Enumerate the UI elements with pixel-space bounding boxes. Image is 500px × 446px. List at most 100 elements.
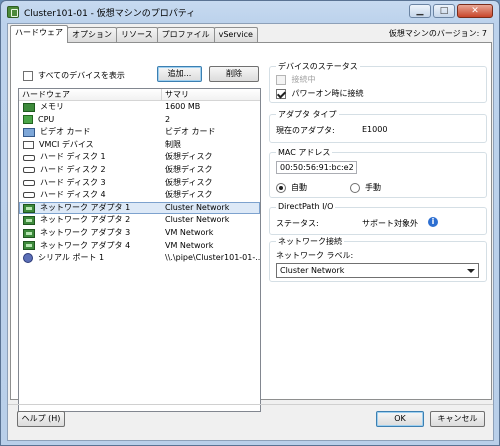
network-adapter-icon [23,203,35,213]
tab-options[interactable]: オプション [67,27,117,42]
hardware-name-cell: ハード ディスク 2 [19,164,162,177]
hardware-name: メモリ [40,102,64,111]
network-adapter-icon [23,228,35,238]
current-adapter-value: E1000 [362,125,388,134]
hardware-name-cell: VMCI デバイス [19,139,162,152]
mac-manual-radio-button[interactable] [350,182,360,193]
hardware-name-cell: シリアル ポート 1 [19,252,162,265]
minimize-button[interactable]: ▁ [409,4,431,18]
connected-label: 接続中 [291,75,316,84]
hardware-row[interactable]: ハード ディスク 1 仮想ディスク [19,151,260,164]
network-adapter-icon [23,216,35,226]
hardware-name: CPU [38,114,55,124]
show-all-devices-label: すべてのデバイスを表示 [38,71,125,80]
hardware-row[interactable]: シリアル ポート 1 \\.\pipe\Cluster101-01-... [19,252,260,265]
hardware-row[interactable]: VMCI デバイス 制限 [19,139,260,152]
network-connection-group: ネットワーク接続 ネットワーク ラベル: Cluster Network [269,236,487,282]
hardware-name-cell: ネットワーク アダプタ 4 [19,240,162,253]
hardware-summary-cell: VM Network [165,227,214,237]
mac-manual-label: 手動 [365,183,381,192]
title-bar[interactable]: Cluster101-01 - 仮想マシンのプロパティ ▁ □ ✕ [1,1,499,23]
tab-profiles[interactable]: プロファイル [156,27,215,42]
hardware-name: ネットワーク アダプタ 3 [40,227,131,237]
hard-disk-icon [23,154,35,161]
hardware-summary-cell: 仮想ディスク [165,152,213,162]
network-label-dropdown[interactable]: Cluster Network [276,263,479,278]
hardware-name: ネットワーク アダプタ 4 [40,240,131,250]
cancel-button[interactable]: キャンセル [430,411,485,427]
hardware-name-cell: CPU [19,114,162,127]
vm-properties-window: Cluster101-01 - 仮想マシンのプロパティ ▁ □ ✕ ハードウェア… [0,0,500,446]
ok-button[interactable]: OK [376,411,424,427]
hardware-row[interactable]: ネットワーク アダプタ 3 VM Network [19,227,260,240]
column-hardware[interactable]: ハードウェア [19,89,162,100]
tab-hardware[interactable]: ハードウェア [10,25,68,43]
directpath-group: DirectPath I/O ステータス: サポート対象外 i [269,202,487,235]
add-button[interactable]: 追加... [157,66,202,82]
hardware-list[interactable]: ハードウェア サマリ メモリ 1600 MB CPU 2 ビデオ カード ビデオ カード V… [18,88,261,412]
help-button[interactable]: ヘルプ (H) [17,411,65,427]
mac-auto-radio-button[interactable] [276,182,286,193]
window-title: Cluster101-01 - 仮想マシンのプロパティ [24,9,196,19]
column-summary[interactable]: サマリ [162,89,189,100]
hardware-summary-cell: 仮想ディスク [165,177,213,187]
connect-at-power-on-checkbox-box[interactable] [276,88,286,99]
video-card-icon [23,127,35,137]
hardware-name: ネットワーク アダプタ 1 [40,202,131,212]
hardware-name-cell: ビデオ カード [19,126,162,139]
vm-version-label: 仮想マシンのバージョン: 7 [388,29,487,38]
maximize-button[interactable]: □ [433,4,455,18]
hardware-summary-cell: 仮想ディスク [165,190,213,200]
chevron-down-icon[interactable] [467,269,475,273]
mac-address-group: MAC アドレス 00:50:56:91:bc:e2 自動 手動 [269,147,487,198]
hardware-name: ハード ディスク 4 [40,190,106,200]
directpath-status-label: ステータス: [276,219,319,228]
connected-checkbox[interactable]: 接続中 [276,74,316,85]
mac-auto-radio[interactable]: 自動 [276,182,307,193]
network-connection-title: ネットワーク接続 [276,236,344,247]
hard-disk-icon [23,167,35,174]
vm-icon [7,6,19,18]
tab-vservice[interactable]: vService [213,27,258,42]
hardware-summary-cell: Cluster Network [165,215,230,225]
info-icon[interactable]: i [428,217,438,227]
memory-icon [23,102,35,112]
hardware-row[interactable]: CPU 2 [19,114,260,127]
mac-address-field[interactable]: 00:50:56:91:bc:e2 [276,161,357,174]
hardware-row[interactable]: ネットワーク アダプタ 1 Cluster Network [19,201,260,215]
hardware-row[interactable]: ハード ディスク 4 仮想ディスク [19,189,260,202]
hardware-row[interactable]: ネットワーク アダプタ 4 VM Network [19,240,260,253]
hardware-name-cell: ネットワーク アダプタ 3 [19,227,162,240]
close-button[interactable]: ✕ [457,4,493,18]
dialog-client-area: ハードウェア オプション リソース プロファイル vService 仮想マシンの… [7,23,494,441]
cpu-icon [23,115,33,125]
hardware-row[interactable]: ビデオ カード ビデオ カード [19,126,260,139]
mac-manual-radio[interactable]: 手動 [350,182,381,193]
remove-button[interactable]: 削除 [209,66,259,82]
current-adapter-label: 現在のアダプタ: [276,126,335,135]
connected-checkbox-box[interactable] [276,74,286,85]
network-adapter-icon [23,241,35,251]
hardware-name-cell: ネットワーク アダプタ 2 [19,214,162,227]
window-controls: ▁ □ ✕ [409,4,493,18]
hardware-summary-cell: 制限 [165,139,181,149]
device-status-group: デバイスのステータス 接続中 パワーオン時に接続 [269,61,487,103]
footer-divider [8,404,493,405]
vmci-device-icon [23,141,34,150]
tab-resources[interactable]: リソース [116,27,158,42]
hardware-name-cell: ハード ディスク 4 [19,189,162,202]
device-status-title: デバイスのステータス [276,61,360,72]
hard-disk-icon [23,192,35,199]
show-all-devices-checkbox[interactable]: すべてのデバイスを表示 [23,70,125,81]
hardware-row[interactable]: ネットワーク アダプタ 2 Cluster Network [19,214,260,227]
mac-auto-label: 自動 [291,183,307,192]
connect-at-power-on-checkbox[interactable]: パワーオン時に接続 [276,88,364,99]
hardware-summary-cell: ビデオ カード [165,127,216,137]
hardware-summary-cell: Cluster Network [165,202,230,212]
hardware-row[interactable]: メモリ 1600 MB [19,101,260,114]
checkbox-box[interactable] [23,70,33,81]
hardware-row[interactable]: ハード ディスク 3 仮想ディスク [19,177,260,190]
hardware-row[interactable]: ハード ディスク 2 仮想ディスク [19,164,260,177]
adapter-type-title: アダプタ タイプ [276,109,339,120]
network-label-selected: Cluster Network [280,266,345,275]
